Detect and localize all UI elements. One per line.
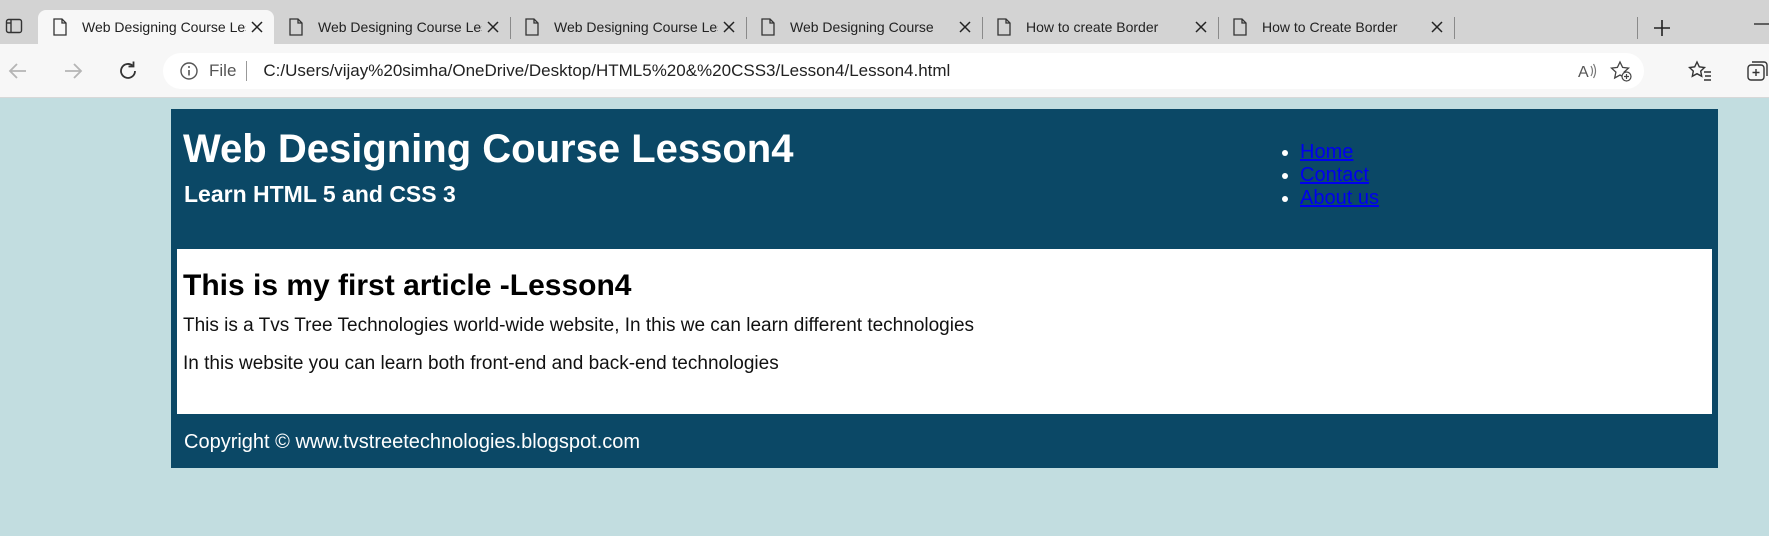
site-footer: Copyright © www.tvstreetechnologies.blog… [184, 431, 641, 453]
refresh-icon[interactable] [115, 58, 141, 84]
nav-item-contact: Contact [1300, 164, 1379, 187]
page-icon [53, 18, 67, 36]
site-container: Web Designing Course Lesson4 Learn HTML … [171, 109, 1718, 468]
nav-link-home[interactable]: Home [1300, 141, 1353, 163]
info-icon[interactable] [179, 61, 199, 81]
tab-lesson4-3[interactable]: Web Designing Course Lesson4 [510, 10, 746, 44]
page-icon [525, 18, 539, 36]
tab-title: Web Designing Course [790, 19, 934, 35]
forward-arrow-icon[interactable] [60, 58, 86, 84]
tab-lesson4-2[interactable]: Web Designing Course Lesson4 [274, 10, 510, 44]
nav-link-contact[interactable]: Contact [1300, 164, 1369, 186]
page-icon [289, 18, 303, 36]
page-icon [761, 18, 775, 36]
page-icon [1233, 18, 1247, 36]
close-icon[interactable] [1426, 16, 1448, 38]
browser-toolbar: File C:/Users/vijay%20simha/OneDrive/Des… [0, 44, 1769, 98]
collections-icon[interactable] [1745, 59, 1769, 83]
back-arrow-icon[interactable] [5, 58, 31, 84]
favorites-icon[interactable] [1688, 59, 1712, 83]
svg-text:A: A [1578, 64, 1589, 81]
site-subtitle: Learn HTML 5 and CSS 3 [184, 181, 456, 207]
close-icon[interactable] [246, 16, 268, 38]
tab-separator [1454, 17, 1455, 39]
article-paragraph: In this website you can learn both front… [183, 353, 779, 374]
tab-title: Web Designing Course Lesson4 [554, 19, 718, 35]
nav-item-about: About us [1300, 187, 1379, 210]
tab-actions-icon[interactable] [0, 12, 28, 40]
article-heading: This is my first article -Lesson4 [183, 269, 632, 302]
nav-item-home: Home [1300, 141, 1379, 164]
tab-lesson4-active[interactable]: Web Designing Course Lesson4 [38, 10, 274, 44]
tab-how-to-create-border[interactable]: How to create Border [982, 10, 1218, 44]
tab-how-to-create-border-2[interactable]: How to Create Border [1218, 10, 1454, 44]
tab-web-designing-course[interactable]: Web Designing Course [746, 10, 982, 44]
url-text[interactable]: C:/Users/vijay%20simha/OneDrive/Desktop/… [263, 61, 950, 81]
close-icon[interactable] [482, 16, 504, 38]
close-icon[interactable] [718, 16, 740, 38]
site-title: Web Designing Course Lesson4 [183, 127, 794, 171]
address-divider [246, 61, 248, 81]
tab-title: How to Create Border [1262, 19, 1398, 35]
address-bar[interactable]: File C:/Users/vijay%20simha/OneDrive/Des… [163, 53, 1644, 89]
tab-title: How to create Border [1026, 19, 1159, 35]
minimize-icon[interactable] [1752, 14, 1769, 34]
page-icon [997, 18, 1011, 36]
tab-title: Web Designing Course Lesson4 [318, 19, 482, 35]
close-icon[interactable] [954, 16, 976, 38]
article-paragraph: This is a Tvs Tree Technologies world-wi… [183, 315, 975, 336]
site-nav: Home Contact About us [1278, 141, 1379, 210]
read-aloud-icon[interactable]: A [1576, 60, 1598, 82]
nav-link-about-us[interactable]: About us [1300, 187, 1379, 209]
close-icon[interactable] [1190, 16, 1212, 38]
scheme-label: File [209, 61, 237, 80]
plus-icon[interactable] [1648, 14, 1676, 42]
tab-title: Web Designing Course Lesson4 [82, 19, 246, 35]
article: This is my first article -Lesson4 This i… [177, 249, 1712, 414]
site-header: Web Designing Course Lesson4 Learn HTML … [171, 109, 1718, 249]
tab-separator [1637, 17, 1638, 39]
add-favorite-icon[interactable] [1610, 60, 1632, 82]
tab-strip: Web Designing Course Lesson4 Web Designi… [0, 0, 1769, 44]
